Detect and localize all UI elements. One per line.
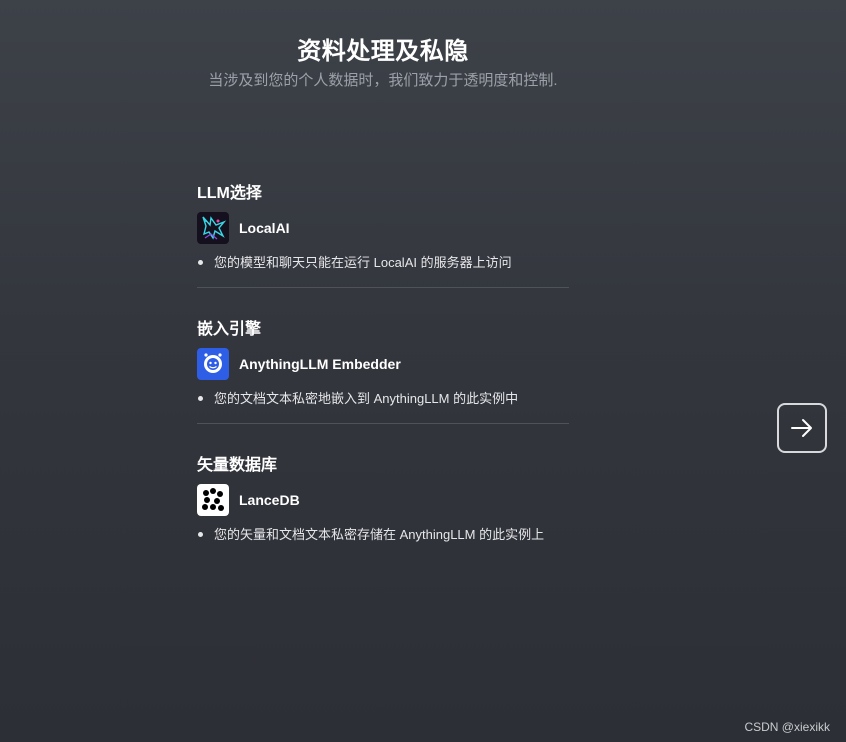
page-title: 资料处理及私隐 [297,38,469,65]
embedder-description: 您的文档文本私密地嵌入到 AnythingLLM 的此实例中 [197,390,569,408]
bullet-dot [198,260,203,265]
vectordb-section: 矢量数据库 LanceDB 您的矢量和文档文本私密存储在 AnythingLLM… [197,452,569,559]
embedder-provider: AnythingLLM Embedder [197,348,569,380]
llm-description-text: 您的模型和聊天只能在运行 LocalAI 的服务器上访问 [214,255,512,270]
vectordb-description-text: 您的矢量和文档文本私密存储在 AnythingLLM 的此实例上 [214,527,545,542]
next-step-button[interactable] [777,403,827,453]
embedder-description-text: 您的文档文本私密地嵌入到 AnythingLLM 的此实例中 [214,391,519,406]
llm-provider: LocalAI [197,212,569,244]
provider-name-localai: LocalAI [239,220,290,236]
page-header: 资料处理及私隐 当涉及到您的个人数据时，我们致力于透明度和控制. [0,36,766,92]
bullet-dot [198,532,203,537]
provider-name-lancedb: LanceDB [239,492,300,508]
localai-logo-icon [197,212,229,244]
bullet-dot [198,396,203,401]
section-title-llm: LLM选择 [197,185,262,202]
lancedb-logo-icon [197,484,229,516]
section-title-vectordb: 矢量数据库 [197,457,278,474]
vectordb-description: 您的矢量和文档文本私密存储在 AnythingLLM 的此实例上 [197,526,569,544]
provider-name-anythingllm: AnythingLLM Embedder [239,356,401,372]
embedder-section: 嵌入引擎 AnythingLLM Embedder 您的文档文本私密地嵌入到 A… [197,316,569,424]
section-title-embedder: 嵌入引擎 [197,321,262,338]
llm-section: LLM选择 LocalAI 您的模型和聊天只能在运行 LocalAI 的服务器上… [197,180,569,288]
privacy-summary-panel: LLM选择 LocalAI 您的模型和聊天只能在运行 LocalAI 的服务器上… [197,180,569,559]
arrow-right-icon [791,419,812,437]
watermark-text: CSDN @xiexikk [744,720,830,734]
anythingllm-logo-icon [197,348,229,380]
llm-description: 您的模型和聊天只能在运行 LocalAI 的服务器上访问 [197,254,569,272]
vectordb-provider: LanceDB [197,484,569,516]
page-subtitle: 当涉及到您的个人数据时，我们致力于透明度和控制. [208,72,558,89]
